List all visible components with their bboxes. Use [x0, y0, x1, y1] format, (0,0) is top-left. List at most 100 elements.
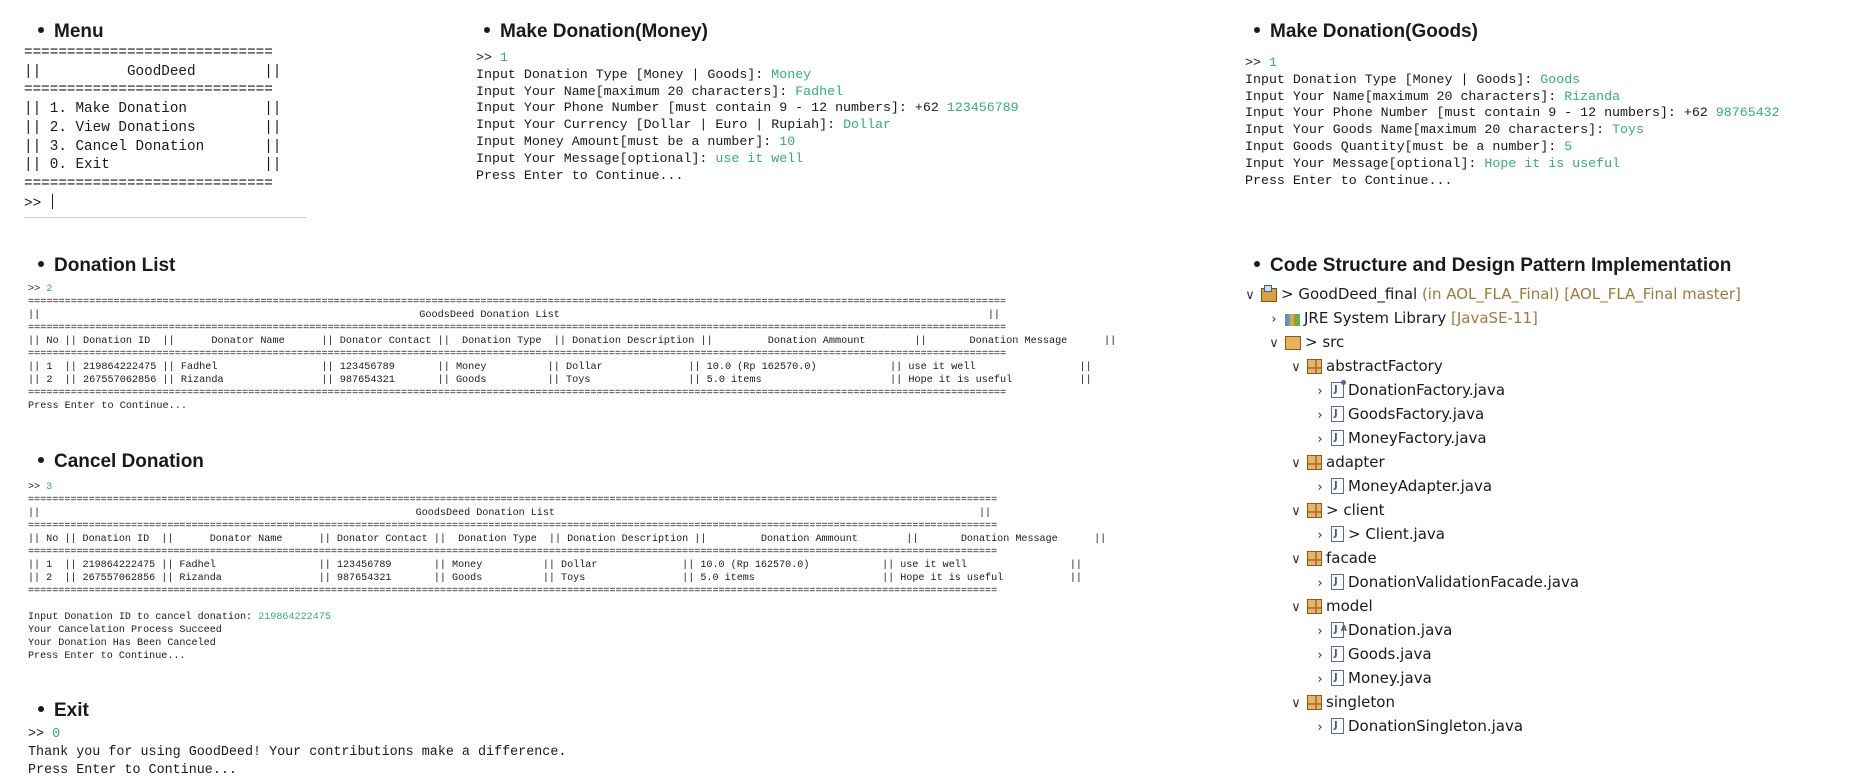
user-input: Fadhel — [795, 83, 844, 99]
tree-label: DonationSingleton.java — [1348, 717, 1524, 735]
section-title-make-money: Make Donation(Money) — [474, 21, 708, 43]
tree-label: GoodsFactory.java — [1348, 405, 1485, 423]
chevron-right-icon[interactable]: › — [1313, 429, 1327, 451]
chevron-down-icon[interactable]: ∨ — [1289, 693, 1303, 715]
donation-list-console: >> 2 ===================================… — [28, 283, 1116, 413]
continue-text: Press Enter to Continue... — [476, 167, 684, 183]
project-icon — [1261, 285, 1277, 302]
user-input: 5 — [1564, 138, 1573, 154]
chevron-right-icon[interactable]: › — [1267, 309, 1281, 331]
user-input: Goods — [1540, 71, 1581, 87]
table-separator: ========================================… — [28, 297, 1007, 308]
tree-label: > client — [1326, 501, 1385, 519]
text-cursor[interactable] — [51, 193, 53, 209]
exit-console: >> 0 Thank you for using GoodDeed! Your … — [28, 726, 566, 780]
section-title-make-goods: Make Donation(Goods) — [1244, 21, 1478, 43]
prompt-label: Input Donation Type [Money | Goods]: — [476, 66, 772, 82]
prompt-label: Input Your Message[optional]: — [476, 150, 716, 166]
user-input: Money — [771, 66, 812, 82]
chevron-right-icon[interactable]: › — [1313, 621, 1327, 643]
tree-item-file[interactable]: › DonationFactory.java — [1313, 379, 1505, 401]
continue-text: Press Enter to Continue... — [1245, 172, 1453, 188]
tree-label: model — [1326, 597, 1373, 615]
chevron-right-icon[interactable]: › — [1313, 381, 1327, 403]
library-icon — [1285, 314, 1300, 326]
java-file-icon — [1331, 718, 1344, 734]
user-input: Toys — [1612, 122, 1644, 138]
prompt-label: Input Your Name[maximum 20 characters]: — [476, 83, 796, 99]
package-icon — [1307, 551, 1322, 566]
tree-item-file[interactable]: › GoodsFactory.java — [1313, 403, 1484, 425]
tree-item-file[interactable]: › MoneyAdapter.java — [1313, 475, 1492, 497]
tree-label: JRE System Library — [1304, 309, 1447, 327]
chevron-down-icon[interactable]: ∨ — [1289, 357, 1303, 379]
table-header: || No || Donation ID || Donator Name || … — [28, 336, 1117, 347]
chevron-right-icon[interactable]: › — [1313, 669, 1327, 691]
tree-item-package[interactable]: ∨ facade — [1289, 547, 1377, 571]
chevron-down-icon[interactable]: ∨ — [1289, 453, 1303, 475]
tree-label: > GoodDeed_final — [1281, 285, 1418, 303]
table-separator: ========================================… — [28, 349, 1007, 360]
table-row: || 1 || 219864222475 || Fadhel || 123456… — [28, 362, 1092, 373]
chevron-right-icon[interactable]: › — [1313, 717, 1327, 739]
java-file-icon — [1331, 646, 1344, 662]
tree-item-src[interactable]: ∨ > src — [1267, 331, 1344, 353]
prompt-label: Input Donation Type [Money | Goods]: — [1245, 71, 1541, 87]
chevron-right-icon[interactable]: › — [1313, 573, 1327, 595]
chevron-right-icon[interactable]: › — [1313, 405, 1327, 427]
tree-item-file[interactable]: › Goods.java — [1313, 643, 1431, 667]
tree-item-package[interactable]: ∨ > client — [1289, 499, 1385, 523]
tree-item-file[interactable]: › DonationSingleton.java — [1313, 715, 1523, 737]
chevron-right-icon[interactable]: › — [1313, 477, 1327, 499]
table-separator: ========================================… — [28, 521, 998, 532]
java-file-icon — [1331, 406, 1344, 422]
tree-item-file[interactable]: › Money.java — [1313, 667, 1431, 691]
source-folder-icon — [1285, 336, 1301, 350]
chevron-down-icon[interactable]: ∨ — [1289, 549, 1303, 571]
prompt-label: Input Your Message[optional]: — [1245, 155, 1485, 171]
prompt-label: Input Donation ID to cancel donation: — [28, 612, 259, 623]
prompt-label: Input Money Amount[must be a number]: — [476, 133, 780, 149]
tree-info: (in AOL_FLA_Final) [AOL_FLA_Final master… — [1417, 285, 1741, 303]
tree-item-file[interactable]: › DonationValidationFacade.java — [1313, 571, 1579, 593]
package-icon — [1307, 359, 1322, 374]
tree-item-jre[interactable]: › JRE System Library [JavaSE-11] — [1267, 307, 1538, 329]
tree-item-package[interactable]: ∨ adapter — [1289, 451, 1384, 475]
tree-label: DonationValidationFacade.java — [1348, 573, 1580, 591]
tree-label: abstractFactory — [1326, 357, 1443, 375]
tree-label: singleton — [1326, 693, 1395, 711]
prompt: >> — [28, 727, 53, 742]
chevron-right-icon[interactable]: › — [1313, 525, 1327, 547]
tree-item-package[interactable]: ∨ singleton — [1289, 691, 1395, 713]
section-title-cancel: Cancel Donation — [28, 451, 204, 473]
table-header: || No || Donation ID || Donator Name || … — [28, 534, 1107, 545]
tree-item-file[interactable]: › > Client.java — [1313, 523, 1445, 545]
tree-item-project[interactable]: ∨ > GoodDeed_final (in AOL_FLA_Final) [AO… — [1243, 283, 1741, 305]
java-file-icon — [1331, 478, 1344, 494]
continue-text: Press Enter to Continue... — [28, 651, 186, 662]
tree-label: Donation.java — [1348, 621, 1453, 639]
user-input: 123456789 — [946, 100, 1019, 116]
menu-item-view-donations: || 2. View Donations || — [24, 119, 282, 136]
tree-item-file[interactable]: › MoneyFactory.java — [1313, 427, 1487, 451]
tree-item-package[interactable]: ∨ model — [1289, 595, 1373, 619]
tree-item-file[interactable]: › Donation.java — [1313, 618, 1453, 643]
tree-item-package[interactable]: ∨ abstractFactory — [1289, 355, 1443, 379]
user-input: 3 — [46, 482, 53, 493]
chevron-down-icon[interactable]: ∨ — [1289, 597, 1303, 619]
table-separator: ========================================… — [28, 323, 1007, 334]
user-input: 2 — [46, 284, 53, 295]
chevron-down-icon[interactable]: ∨ — [1289, 501, 1303, 523]
prompt-label: Input Your Phone Number [must contain 9 … — [476, 100, 947, 116]
prompt-label: Input Your Goods Name[maximum 20 charact… — [1245, 122, 1613, 138]
menu-item-make-donation: || 1. Make Donation || — [24, 101, 282, 118]
chevron-right-icon[interactable]: › — [1313, 645, 1327, 667]
menu-item-cancel-donation: || 3. Cancel Donation || — [24, 138, 282, 155]
tree-label: MoneyFactory.java — [1348, 429, 1487, 447]
menu-separator: ============================= — [24, 45, 273, 61]
user-input: Dollar — [843, 117, 891, 133]
tree-label: facade — [1326, 549, 1377, 567]
chevron-down-icon[interactable]: ∨ — [1243, 285, 1257, 307]
prompt-label: Input Your Currency [Dollar | Euro | Rup… — [476, 117, 844, 133]
chevron-down-icon[interactable]: ∨ — [1267, 333, 1281, 355]
